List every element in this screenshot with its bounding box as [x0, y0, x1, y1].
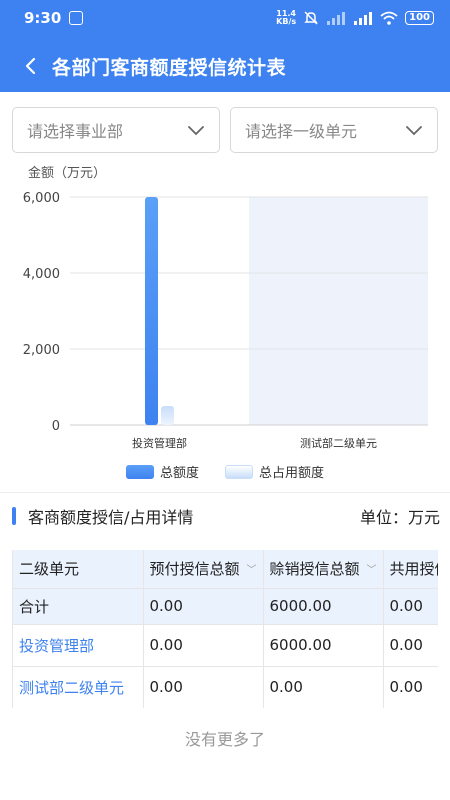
- legend-item-total[interactable]: 总额度: [125, 462, 199, 481]
- status-bar: 9:30 11.4 KB/s 100: [0, 0, 450, 36]
- table-cell: 0.00: [143, 624, 264, 667]
- division-select[interactable]: 请选择事业部: [12, 107, 220, 153]
- chart-highlight-band: [249, 197, 428, 425]
- nav-bar: 各部门客商额度授信统计表: [0, 42, 450, 90]
- filter-bar: 请选择事业部 请选择一级单元: [12, 107, 438, 153]
- table-header-label: 预付授信总额: [149, 560, 240, 579]
- sort-icon[interactable]: ﹀: [247, 561, 257, 576]
- table-cell: 0.00: [143, 588, 264, 625]
- division-select-placeholder: 请选择事业部: [27, 122, 124, 141]
- y-axis-label: 金额（万元）: [28, 165, 106, 181]
- app-header: 9:30 11.4 KB/s 100 各部门客商额度授信统计表: [0, 0, 450, 92]
- detail-table-container[interactable]: 二级单元 预付授信总额 ﹀ 赊销授信总额 ﹀ 共用授信 合计 0.00 6000.0…: [12, 550, 438, 708]
- table-header-row: 二级单元 预付授信总额 ﹀ 赊销授信总额 ﹀ 共用授信: [13, 550, 439, 589]
- y-tick-label: 0: [52, 419, 60, 434]
- unit-select-placeholder: 请选择一级单元: [245, 122, 358, 141]
- chevron-left-icon: [25, 57, 36, 75]
- table-header-label: 二级单元: [19, 560, 80, 579]
- network-speed-unit: KB/s: [276, 17, 297, 26]
- unit-select[interactable]: 请选择一级单元: [230, 107, 438, 153]
- status-time: 9:30: [24, 9, 62, 27]
- mute-bell-icon: [304, 11, 318, 25]
- table-header-label: 共用授信: [389, 560, 439, 579]
- table-row: 测试部二级单元 0.00 0.00 0.00: [13, 666, 438, 708]
- table-cell: 0.00: [383, 666, 438, 708]
- chart-canvas: 金额（万元） 0 2,000 4,000 6,000 投资管理部 测试部二级单元: [23, 165, 428, 450]
- y-tick-label: 2,000: [23, 343, 60, 358]
- table-cell: 合计: [13, 588, 144, 625]
- app-notification-icon: [69, 11, 84, 25]
- table-cell: 6000.00: [263, 588, 384, 625]
- sort-icon[interactable]: ﹀: [367, 561, 377, 576]
- status-icons: 11.4 KB/s 100: [276, 10, 434, 26]
- section-unit: 单位：万元: [359, 508, 440, 527]
- table-cell-unit-link[interactable]: 测试部二级单元: [13, 666, 144, 708]
- table-cell-unit-link[interactable]: 投资管理部: [13, 624, 144, 667]
- legend-label-used: 总占用额度: [259, 466, 325, 481]
- back-button[interactable]: [8, 42, 52, 90]
- table-row: 投资管理部 0.00 6000.00 0.00: [13, 624, 438, 667]
- bar-total: [145, 197, 158, 425]
- credit-bar-chart: 金额（万元） 0 2,000 4,000 6,000 投资管理部 测试部二级单元: [0, 160, 450, 486]
- table-cell: 0.00: [263, 666, 384, 708]
- table-header-credit-sale[interactable]: 赊销授信总额 ﹀: [263, 550, 384, 589]
- table-row-total: 合计 0.00 6000.00 0.00: [13, 588, 438, 625]
- chart-legend: 总额度 总占用额度: [0, 462, 450, 481]
- table-cell: 0.00: [143, 666, 264, 708]
- y-tick-label: 6,000: [23, 191, 60, 206]
- chevron-down-icon: [188, 126, 204, 136]
- signal-hd-icon: [354, 12, 373, 25]
- signal-icon: [327, 12, 346, 25]
- detail-table: 二级单元 预付授信总额 ﹀ 赊销授信总额 ﹀ 共用授信 合计 0.00 6000.0…: [13, 550, 438, 708]
- chevron-down-icon: [406, 126, 422, 136]
- section-accent-bar: [12, 507, 16, 525]
- bar-used: [161, 406, 174, 425]
- table-cell: 0.00: [383, 624, 438, 667]
- legend-label-total: 总额度: [159, 466, 199, 481]
- page-title: 各部门客商额度授信统计表: [52, 56, 287, 79]
- legend-swatch-used: [225, 464, 253, 479]
- x-tick-label: 测试部二级单元: [300, 436, 377, 450]
- battery-indicator: 100: [405, 11, 434, 25]
- section-header: 客商额度授信/占用详情 单位：万元: [12, 500, 440, 532]
- table-cell: 0.00: [383, 588, 438, 625]
- x-tick-label: 投资管理部: [132, 436, 187, 450]
- legend-item-used[interactable]: 总占用额度: [225, 462, 324, 481]
- no-more-text: 没有更多了: [184, 730, 265, 749]
- legend-swatch-total: [125, 464, 154, 479]
- wifi-icon: [380, 11, 398, 25]
- table-cell: 6000.00: [263, 624, 384, 667]
- y-tick-label: 4,000: [23, 267, 60, 282]
- section-divider: [0, 492, 450, 493]
- table-header-label: 赊销授信总额: [269, 560, 360, 579]
- table-header-prepaid[interactable]: 预付授信总额 ﹀: [143, 550, 264, 589]
- network-speed: 11.4 KB/s: [276, 10, 296, 26]
- section-title: 客商额度授信/占用详情: [28, 508, 194, 527]
- table-header-unit: 二级单元: [13, 550, 144, 589]
- table-header-shared[interactable]: 共用授信: [383, 550, 439, 589]
